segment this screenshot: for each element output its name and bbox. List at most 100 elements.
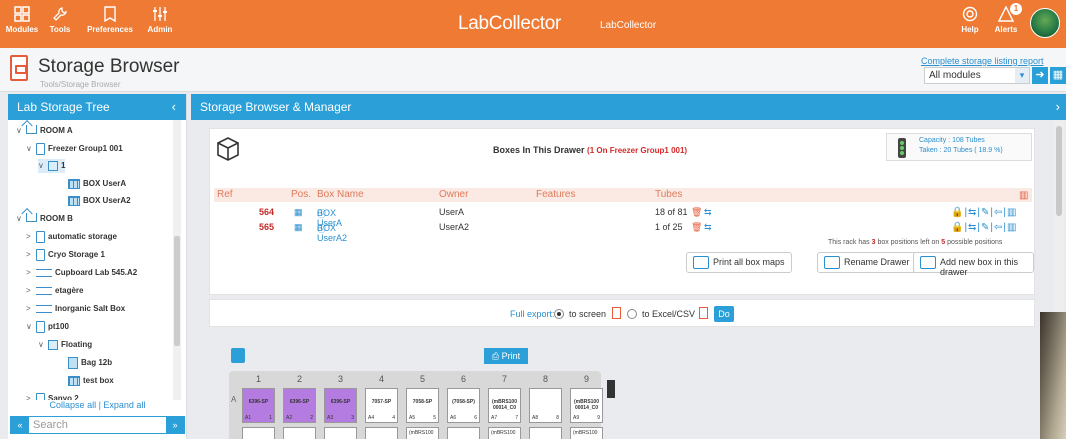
search-input[interactable]: Search xyxy=(33,419,68,431)
preferences-menu[interactable]: Preferences xyxy=(84,4,136,34)
print-all-maps-button[interactable]: Print all box maps xyxy=(686,252,792,273)
module-select[interactable]: All modules ▾ xyxy=(924,67,1030,84)
box-cell[interactable] xyxy=(365,427,398,439)
tree-scroll-thumb[interactable] xyxy=(174,236,180,346)
page-title: Storage Browser xyxy=(38,56,180,77)
tools-menu[interactable]: Tools xyxy=(38,4,82,34)
tree-node[interactable]: > Cryo Storage 1 xyxy=(26,248,105,262)
box-cell[interactable]: (mBRS100 00014_C0 A7 7 xyxy=(488,388,521,423)
rename-label: Rename Drawer xyxy=(844,257,910,267)
box-map-icon[interactable] xyxy=(231,348,245,363)
barcode-icon[interactable]: ▥ xyxy=(1019,190,1028,201)
boxes-table-header: Ref Pos. Box Name Owner Features Tubes ▥ xyxy=(214,188,1032,202)
avatar[interactable] xyxy=(1030,8,1060,38)
tree-node-label: Bag 12b xyxy=(81,358,113,367)
tree-toggle-icon[interactable]: > xyxy=(26,266,36,280)
box-icon xyxy=(68,195,80,206)
tree-toggle-icon[interactable]: > xyxy=(26,230,36,244)
tree-toggle-icon[interactable]: ∨ xyxy=(38,338,48,352)
tree-toggle-icon[interactable]: ∨ xyxy=(26,142,36,156)
tree-toggle-icon[interactable]: > xyxy=(26,284,36,298)
box-column-label: 6 xyxy=(461,374,467,384)
box-cell[interactable]: (mBRS100 xyxy=(406,427,439,439)
tree-toggle-icon[interactable]: > xyxy=(26,248,36,262)
box-cell[interactable]: 7058-SP A5 5 xyxy=(406,388,439,423)
box-column-label: 1 xyxy=(256,374,262,384)
collapse-expand-links[interactable]: Collapse all | Expand all xyxy=(8,400,187,410)
box-cell[interactable]: (mBRS100 xyxy=(488,427,521,439)
tree-node[interactable]: ∨ Freezer Group1 001 xyxy=(26,142,123,156)
drawer-title: Boxes In This Drawer (1 On Freezer Group… xyxy=(493,145,687,155)
table-row[interactable]: 564 ▦ BOX UserA ⓘ UserA 18 of 81 🗑 ⇆ 🔒|⇆… xyxy=(214,206,1032,228)
do-export-button[interactable]: Do xyxy=(714,306,734,322)
table-row[interactable]: 565 ▦ BOX UserA2 ⓘ UserA2 1 of 25 🗑 ⇆ 🔒|… xyxy=(214,221,1032,243)
box-cell[interactable] xyxy=(283,427,316,439)
tree-node[interactable]: > etagère xyxy=(26,284,83,298)
storage-report-link[interactable]: Complete storage listing report xyxy=(921,56,1044,66)
tree-node[interactable]: test box xyxy=(58,374,114,388)
tree-node[interactable]: > Inorganic Salt Box xyxy=(26,302,125,316)
box-cell[interactable]: 6396-SP A1 1 xyxy=(242,388,275,423)
admin-menu[interactable]: Admin xyxy=(138,4,182,34)
row-box-name[interactable]: BOX UserA ⓘ xyxy=(317,207,342,228)
box-cell[interactable]: A8 8 xyxy=(529,388,562,423)
tree-node[interactable]: > automatic storage xyxy=(26,230,117,244)
delete-icon[interactable]: 🗑 xyxy=(691,222,702,233)
tree-node[interactable]: > Sanyo 2 xyxy=(26,392,79,400)
box-cell[interactable]: 6396-SP A3 3 xyxy=(324,388,357,423)
tree-toggle-icon[interactable]: ∨ xyxy=(38,159,48,173)
delete-icon[interactable]: 🗑 xyxy=(691,207,702,218)
alerts-label: Alerts xyxy=(994,25,1018,34)
excel-button[interactable]: ▦ xyxy=(1050,67,1066,84)
row-box-name[interactable]: BOX UserA2 ⓘ xyxy=(317,222,347,243)
tree-node[interactable]: > Cupboard Lab 545.A2 xyxy=(26,266,137,280)
tree-node[interactable]: BOX UserA xyxy=(58,177,126,191)
search-next-button[interactable]: » xyxy=(166,417,184,433)
box-column-label: 2 xyxy=(297,374,303,384)
tree-node[interactable]: ∨ pt100 xyxy=(26,320,69,334)
row-actions[interactable]: 🔒|⇆|✎|⇦|▥ xyxy=(951,207,1017,218)
box-column-label: 4 xyxy=(379,374,385,384)
tree-scrollbar[interactable] xyxy=(173,120,181,400)
sliders-icon xyxy=(153,7,167,21)
box-column-label: 9 xyxy=(584,374,590,384)
tree-toggle-icon[interactable]: > xyxy=(26,392,36,400)
tree-toggle-icon[interactable]: > xyxy=(26,302,36,316)
box-cell[interactable] xyxy=(242,427,275,439)
cell-index: 8 xyxy=(556,415,559,421)
export-button[interactable]: ➜ xyxy=(1032,67,1048,84)
tree-node[interactable]: ∨ Floating xyxy=(38,338,92,352)
add-box-button[interactable]: Add new box in this drawer xyxy=(913,252,1034,277)
expand-panel-icon[interactable]: › xyxy=(1056,99,1060,114)
tree-node-label: Cupboard Lab 545.A2 xyxy=(55,268,138,277)
admin-label: Admin xyxy=(147,25,173,34)
move-box-icon[interactable]: ⇆ xyxy=(704,207,712,218)
tree-node[interactable]: ∨ 1 xyxy=(38,159,66,173)
row-actions[interactable]: 🔒|⇆|✎|⇦|▥ xyxy=(951,222,1017,233)
box-cell[interactable]: (7058-SP) A6 6 xyxy=(447,388,480,423)
box-cell[interactable] xyxy=(529,427,562,439)
box-cell[interactable]: 6396-SP A2 2 xyxy=(283,388,316,423)
box-cell[interactable]: 7057-SP A4 4 xyxy=(365,388,398,423)
box-cell[interactable] xyxy=(447,427,480,439)
export-screen-radio[interactable] xyxy=(554,309,564,319)
collapse-panel-icon[interactable]: ‹ xyxy=(172,99,176,114)
tree-node[interactable]: ∨ ROOM A xyxy=(16,124,73,138)
rename-drawer-button[interactable]: Rename Drawer xyxy=(817,252,917,273)
tree-node[interactable]: BOX UserA2 xyxy=(58,194,131,208)
tree-node-label: Cryo Storage 1 xyxy=(48,250,105,259)
search-prev-button[interactable]: « xyxy=(11,417,29,433)
box-cell[interactable] xyxy=(324,427,357,439)
page-scroll-thumb[interactable] xyxy=(1056,126,1062,216)
drawer-title-text: Boxes In This Drawer xyxy=(493,145,585,155)
print-box-button[interactable]: ⎙ Print xyxy=(484,348,528,364)
export-excel-radio[interactable] xyxy=(627,309,637,319)
tree-node[interactable]: ∨ ROOM B xyxy=(16,212,73,226)
tree-toggle-icon[interactable]: ∨ xyxy=(26,320,36,334)
move-box-icon[interactable]: ⇆ xyxy=(704,222,712,233)
breadcrumb[interactable]: Tools/Storage Browser xyxy=(40,80,120,89)
box-cell[interactable]: (mBRS100 00014_C0 A9 9 xyxy=(570,388,603,423)
tree-node[interactable]: Bag 12b xyxy=(58,356,112,370)
box-cell[interactable]: (mBRS100 xyxy=(570,427,603,439)
rack-note: This rack has 3 box positions left on 5 … xyxy=(828,239,1002,246)
